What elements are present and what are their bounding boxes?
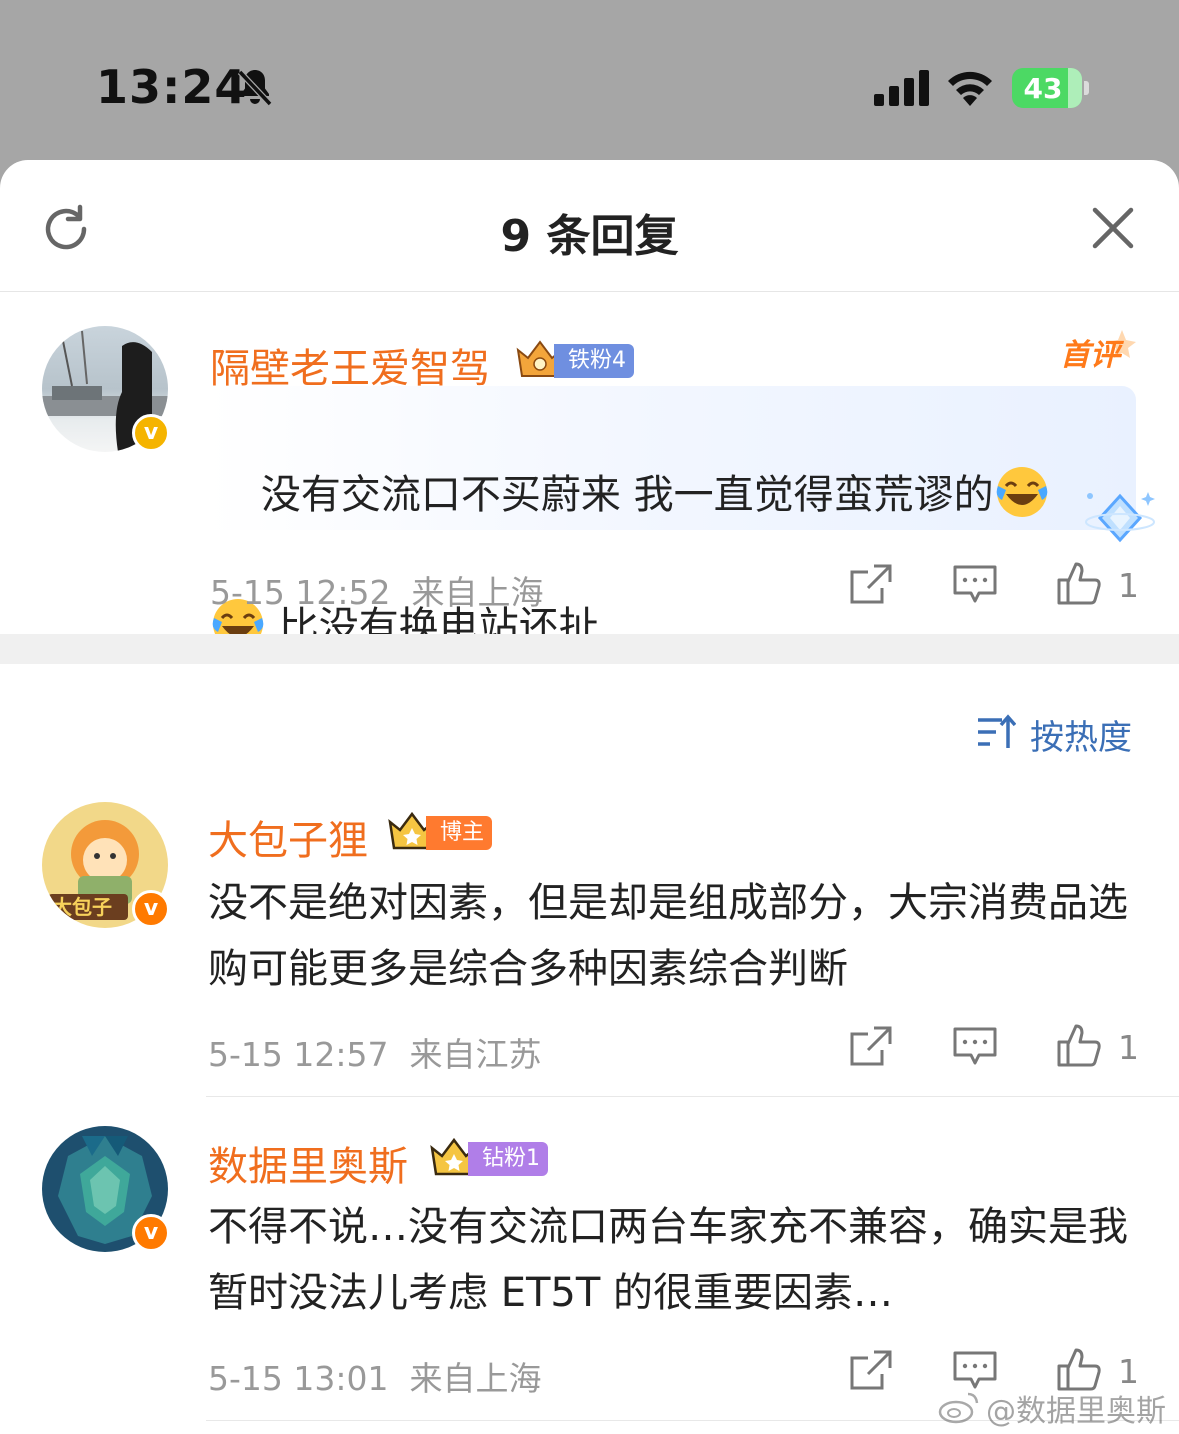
comment-meta: 5-15 12:52 来自上海 — [210, 566, 543, 614]
blogger-badge-label: 博主 — [426, 816, 493, 850]
reply-date: 5-15 13:01 — [208, 1359, 389, 1398]
comment-text-line1: 没有交流口不买蔚来 我一直觉得蛮荒谬的 — [260, 472, 994, 518]
weibo-logo-icon — [938, 1392, 979, 1424]
comment-icon[interactable] — [952, 562, 998, 608]
laugh-cry-emoji — [996, 467, 1047, 517]
fan-badge[interactable]: 钻粉1 — [428, 1137, 552, 1178]
diamond-decoration-icon — [1085, 492, 1155, 543]
blogger-badge[interactable]: 博主 — [386, 811, 496, 852]
comment-icon[interactable] — [952, 1024, 998, 1070]
battery-cap — [1084, 81, 1089, 95]
status-bar: 13:24 43 — [0, 0, 1179, 160]
comment-location: 来自上海 — [411, 573, 544, 612]
cellular-signal-icon — [874, 70, 929, 106]
like-icon[interactable] — [1056, 1022, 1102, 1068]
reply-location: 来自上海 — [409, 1359, 542, 1398]
sort-label: 按热度 — [1030, 718, 1132, 758]
fan-badge-label: 钻粉1 — [468, 1142, 548, 1176]
like-count: 1 — [1118, 566, 1139, 605]
fan-badge-label: 铁粉4 — [554, 344, 634, 378]
close-icon[interactable] — [1090, 205, 1136, 251]
bell-slash-icon — [237, 69, 273, 107]
reply-separator — [206, 1096, 1179, 1097]
sort-icon — [978, 714, 1016, 748]
wifi-icon — [948, 71, 992, 106]
avatar[interactable]: v — [42, 1126, 170, 1252]
reply-username[interactable]: 数据里奥斯 — [208, 1134, 408, 1192]
reply-text: 不得不说…没有交流口两台车家充不兼容，确实是我暂时没法儿考虑 ET5T 的很重要… — [208, 1204, 1128, 1316]
avatar[interactable]: 大包子 v — [42, 802, 170, 928]
reply-date: 5-15 12:57 — [208, 1035, 389, 1074]
reply-username[interactable]: 大包子狸 — [208, 808, 368, 866]
reply-meta: 5-15 12:57 来自江苏 — [208, 1028, 541, 1076]
share-icon[interactable] — [848, 1348, 894, 1394]
svg-text:大包子: 大包子 — [52, 895, 112, 919]
share-icon[interactable] — [848, 1024, 894, 1070]
reply-text: 没不是绝对因素，但是却是组成部分，大宗消费品选购可能更多是综合多种因素综合判断 — [208, 880, 1128, 992]
replies-sheet: 9 条回复 v 隔壁老王爱智驾 铁粉4 首评 没有交流口不买蔚来 我一直觉得蛮荒… — [0, 160, 1179, 1434]
verified-badge: v — [132, 1214, 170, 1252]
avatar[interactable]: v — [42, 326, 170, 452]
comment-date: 5-15 12:52 — [210, 573, 391, 612]
section-divider — [0, 634, 1179, 664]
battery-charging-icon: 43 — [1012, 68, 1082, 108]
reply-location: 来自江苏 — [409, 1035, 542, 1074]
like-count: 1 — [1118, 1028, 1139, 1067]
reply-meta: 5-15 13:01 来自上海 — [208, 1352, 541, 1400]
watermark: @数据里奥斯 — [986, 1394, 1166, 1429]
sheet-header: 9 条回复 — [0, 160, 1179, 292]
first-comment-tag: 首评 — [1060, 338, 1120, 373]
fan-badge[interactable]: 铁粉4 — [514, 340, 638, 380]
verified-badge: v — [132, 414, 170, 452]
battery-level: 43 — [1023, 72, 1063, 105]
comment-text: 没有交流口不买蔚来 我一直觉得蛮荒谬的 比没有换电站还扯 — [210, 396, 1130, 726]
verified-badge: v — [132, 890, 170, 928]
status-time: 13:24 — [96, 60, 248, 114]
share-icon[interactable] — [848, 562, 894, 608]
like-icon[interactable] — [1056, 560, 1102, 606]
sheet-title: 9 条回复 — [500, 211, 679, 262]
